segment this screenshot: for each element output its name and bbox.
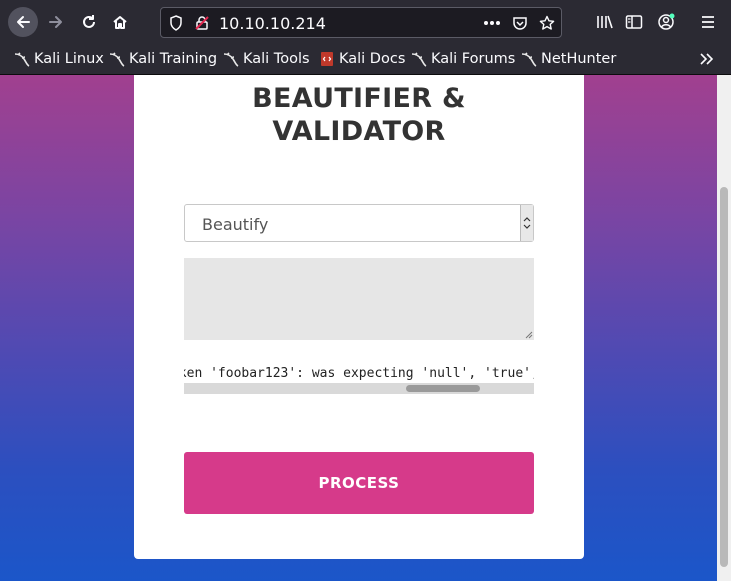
bookmarks-overflow-icon[interactable]: [699, 49, 715, 69]
bookmark-kali-training[interactable]: Kali Training: [109, 49, 217, 69]
bookmark-kali-forums[interactable]: Kali Forums: [411, 49, 515, 69]
output-text: ized token 'foobar123': was expecting 'n…: [184, 366, 534, 381]
shield-icon[interactable]: [167, 14, 185, 32]
bookmark-kali-tools[interactable]: Kali Tools: [223, 49, 310, 69]
output-area[interactable]: ized token 'foobar123': was expecting 'n…: [184, 361, 534, 394]
sidebar-icon[interactable]: [619, 7, 649, 37]
menu-icon[interactable]: [693, 7, 723, 37]
page-viewport: BEAUTIFIER & VALIDATOR Beautify ized tok…: [0, 75, 731, 581]
forward-arrow-icon[interactable]: [41, 7, 71, 37]
page-scrollbar[interactable]: [717, 75, 731, 581]
kali-dragon-icon: [223, 51, 239, 67]
bookmark-nethunter[interactable]: NetHunter: [521, 49, 616, 69]
output-scroll-thumb[interactable]: [406, 385, 480, 392]
bookmarks-toolbar: Kali Linux Kali Training Kali Tools Kali…: [0, 44, 731, 75]
page-title-line1: BEAUTIFIER &: [252, 83, 466, 114]
home-icon[interactable]: [105, 7, 135, 37]
output-horizontal-scrollbar[interactable]: [184, 383, 534, 394]
library-icon[interactable]: [590, 7, 620, 37]
back-arrow-icon[interactable]: [8, 7, 38, 37]
kali-dragon-icon: [14, 51, 30, 67]
bookmark-kali-docs[interactable]: Kali Docs: [319, 49, 405, 69]
select-arrows-icon[interactable]: [520, 205, 533, 241]
kali-dragon-icon: [411, 51, 427, 67]
process-button[interactable]: PROCESS: [184, 452, 534, 514]
mode-select[interactable]: Beautify: [184, 204, 534, 242]
bookmark-kali-linux[interactable]: Kali Linux: [14, 49, 104, 69]
kali-dragon-icon: [109, 51, 125, 67]
insecure-lock-icon[interactable]: [193, 14, 211, 32]
page-scroll-thumb[interactable]: [720, 187, 728, 567]
kali-dragon-icon: [521, 51, 537, 67]
pocket-icon[interactable]: [511, 14, 529, 32]
url-text[interactable]: 10.10.10.214: [219, 14, 326, 33]
resize-grip-icon[interactable]: [523, 329, 533, 339]
reload-icon[interactable]: [74, 7, 104, 37]
more-actions-icon[interactable]: [483, 14, 501, 32]
form-card: BEAUTIFIER & VALIDATOR Beautify ized tok…: [134, 75, 584, 559]
account-icon[interactable]: [651, 7, 681, 37]
json-input-textarea[interactable]: [184, 258, 534, 340]
bookmark-star-icon[interactable]: [538, 14, 556, 32]
kali-docs-icon: [319, 51, 335, 67]
page-title-line2: VALIDATOR: [272, 116, 446, 147]
address-bar[interactable]: 10.10.10.214: [160, 7, 562, 38]
mode-select-value: Beautify: [202, 215, 269, 234]
browser-toolbar: 10.10.10.214: [0, 0, 731, 44]
